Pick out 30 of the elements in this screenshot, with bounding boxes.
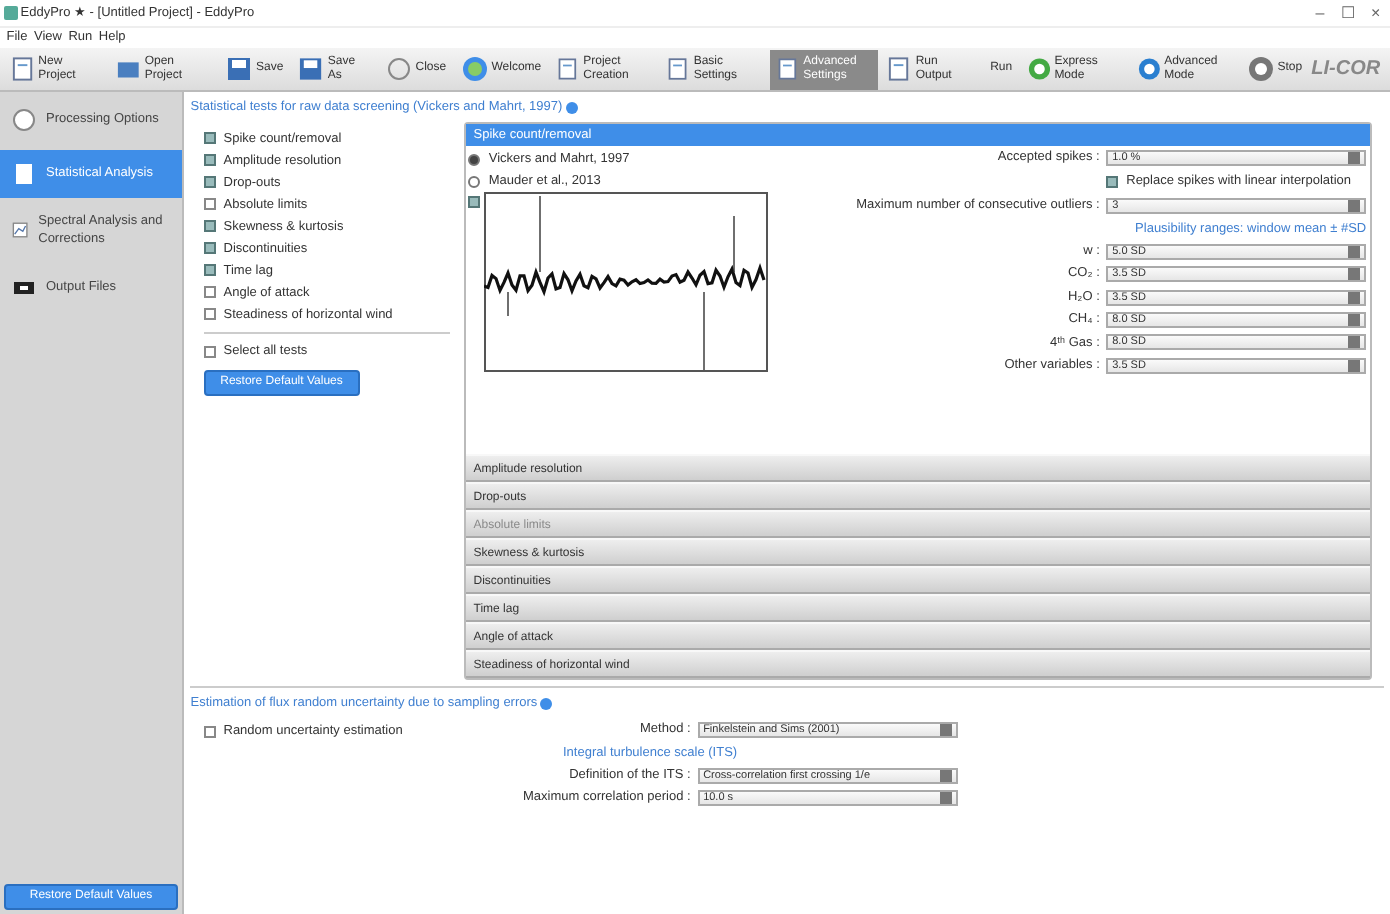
checkbox[interactable] [203, 345, 216, 358]
logo: LI-COR [1311, 56, 1381, 84]
document-icon [12, 161, 36, 186]
document-icon [776, 56, 800, 82]
minimize-button[interactable]: – [1309, 0, 1331, 27]
close-button[interactable]: × [1364, 0, 1387, 27]
checkbox[interactable] [203, 198, 216, 211]
checkbox[interactable] [1106, 176, 1119, 189]
checkbox[interactable] [203, 286, 216, 299]
checkbox[interactable] [203, 264, 216, 277]
chart-icon [12, 218, 29, 243]
help-icon [540, 698, 553, 710]
radio-button[interactable] [468, 175, 481, 188]
document-icon [556, 56, 580, 82]
checkbox[interactable] [203, 154, 216, 167]
app-icon [3, 6, 18, 20]
radio-button[interactable] [468, 153, 481, 166]
checkbox[interactable] [203, 725, 216, 738]
checkbox[interactable] [203, 220, 216, 233]
document-icon [666, 56, 690, 82]
document-icon [886, 56, 912, 82]
checkbox[interactable] [203, 176, 216, 189]
maximize-button[interactable]: ☐ [1334, 0, 1362, 27]
folder-icon [116, 56, 141, 82]
checkbox[interactable] [203, 132, 216, 145]
checkbox[interactable] [468, 196, 481, 209]
help-icon [565, 102, 578, 115]
checkbox[interactable] [203, 308, 216, 321]
checkbox[interactable] [203, 242, 216, 255]
document-icon [9, 56, 35, 82]
